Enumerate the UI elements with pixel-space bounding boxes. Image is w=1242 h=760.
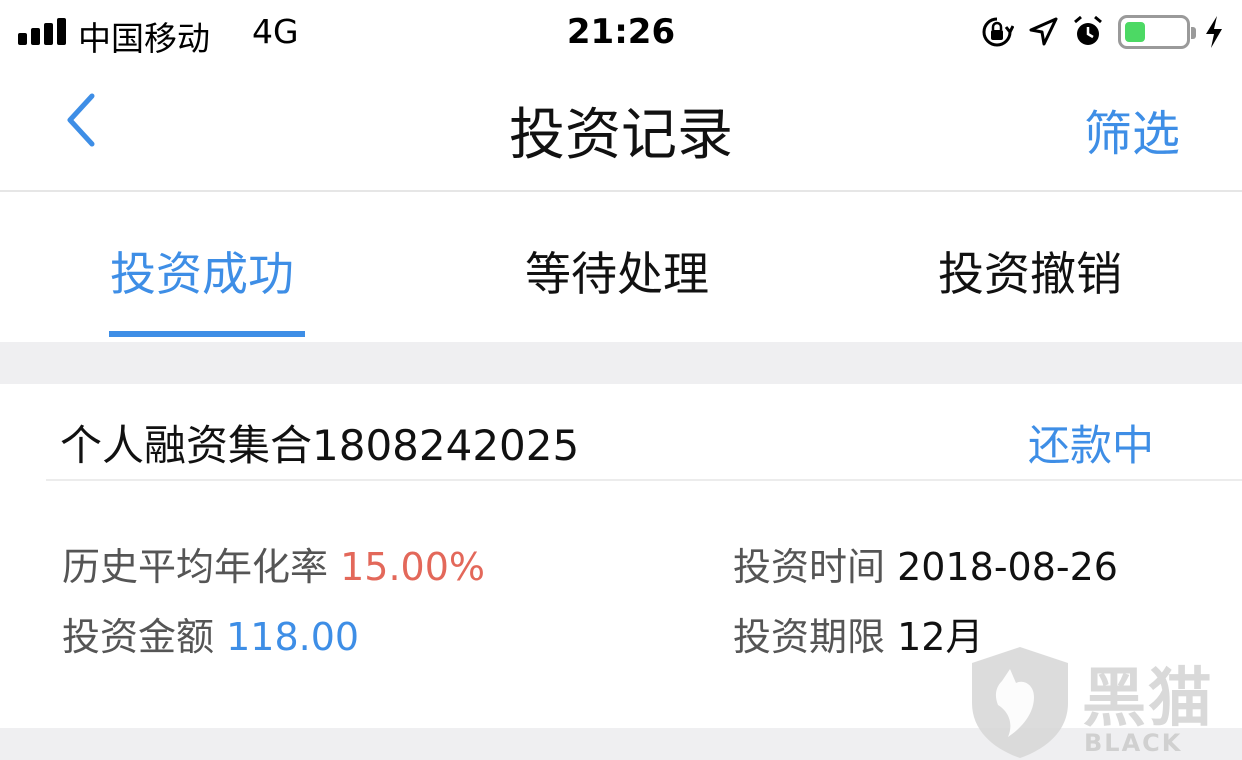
filter-button[interactable]: 筛选 — [1084, 94, 1180, 164]
term-label: 投资期限 — [733, 615, 886, 659]
date-row: 投资时间 2018-08-26 — [733, 536, 1118, 591]
date-value: 2018-08-26 — [897, 545, 1118, 589]
battery-level-fill — [1125, 22, 1146, 42]
rate-row: 历史平均年化率 15.00% — [62, 536, 485, 591]
orientation-lock-icon — [982, 17, 1014, 47]
page-title: 投资记录 — [509, 103, 733, 168]
watermark-subtext: BLACK CAT — [1084, 729, 1183, 760]
nav-bar: 投资记录 筛选 — [0, 64, 1242, 192]
status-bar: 中国移动 4G 21:26 — [0, 0, 1242, 64]
status-icons — [980, 12, 1224, 52]
amount-label: 投资金额 — [62, 615, 215, 659]
product-name: 个人融资集合1808242025 — [60, 421, 580, 470]
rate-label: 历史平均年化率 — [62, 545, 329, 589]
card-header: 个人融资集合1808242025 还款中 — [46, 384, 1242, 481]
location-arrow-icon — [1029, 17, 1058, 46]
amount-value: 118.00 — [226, 615, 360, 659]
active-tab-indicator — [109, 331, 305, 337]
amount-row: 投资金额 118.00 — [62, 606, 359, 661]
watermark-text: 黑猫 — [1082, 662, 1214, 736]
tab-invest-success[interactable]: 投资成功 — [110, 238, 294, 304]
tab-pending[interactable]: 等待处理 — [525, 238, 709, 304]
black-cat-shield-logo-icon — [972, 647, 1068, 758]
date-label: 投资时间 — [733, 545, 886, 589]
battery-icon — [1118, 15, 1196, 49]
black-cat-watermark: 黑猫 BLACK CAT — [968, 645, 1242, 760]
section-divider — [0, 342, 1242, 384]
status-badge: 还款中 — [1027, 421, 1154, 470]
charging-bolt-icon — [1206, 16, 1222, 48]
tab-bar: 投资成功 等待处理 投资撤销 — [0, 194, 1242, 342]
tab-cancelled[interactable]: 投资撤销 — [938, 238, 1122, 304]
term-row: 投资期限 12月 — [733, 606, 983, 661]
rate-value: 15.00% — [340, 545, 486, 589]
alarm-icon — [1074, 15, 1102, 45]
